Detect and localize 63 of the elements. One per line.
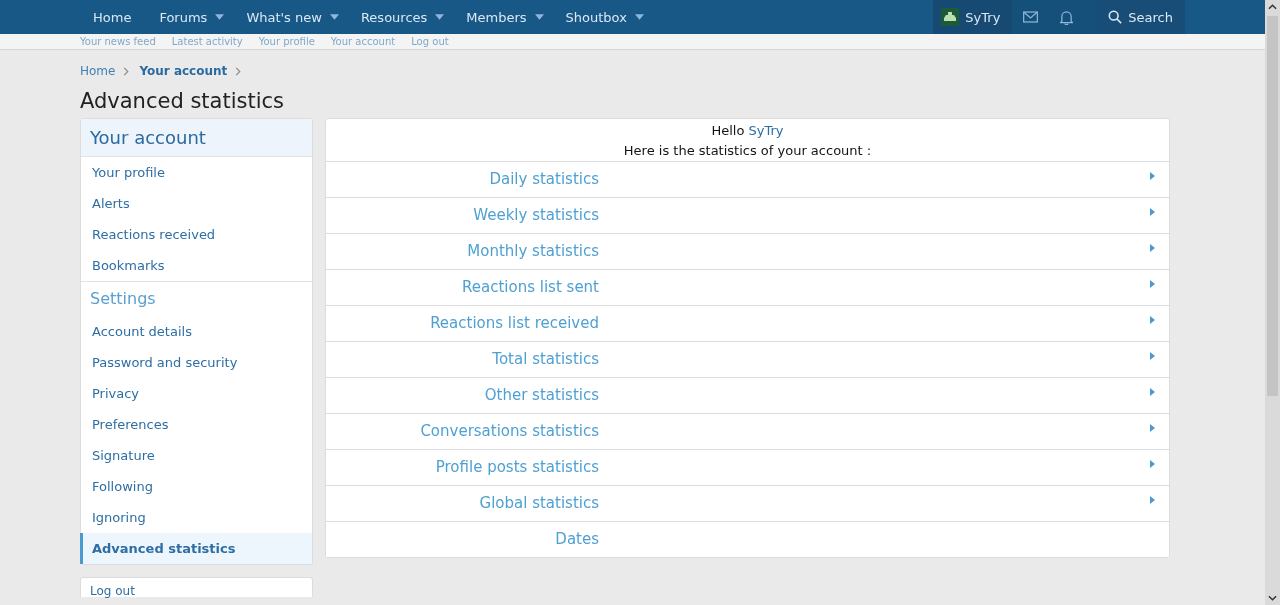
expand-arrow-icon bbox=[1150, 460, 1155, 468]
caret-icon bbox=[634, 14, 644, 20]
sidebar-item[interactable]: Signature bbox=[80, 440, 312, 471]
expand-arrow-icon bbox=[1150, 352, 1155, 360]
page-title: Advanced statistics bbox=[80, 88, 285, 115]
breadcrumb-link[interactable]: Your account bbox=[139, 64, 228, 78]
sidebar-item[interactable]: Account details bbox=[80, 316, 312, 347]
scrollbar[interactable] bbox=[1265, 0, 1280, 605]
statistics-row[interactable]: Reactions list received bbox=[326, 305, 1169, 341]
nav-tab[interactable]: What's new bbox=[238, 0, 347, 34]
expand-arrow-icon bbox=[1150, 496, 1155, 504]
chevron-icon bbox=[123, 66, 130, 76]
sidebar-heading: Settings bbox=[89, 288, 157, 310]
chevron-icon bbox=[235, 66, 242, 76]
sidebar-heading: Your account bbox=[81, 119, 312, 157]
nav-tab[interactable]: Home bbox=[80, 0, 140, 34]
expand-arrow-icon bbox=[1150, 172, 1155, 180]
nav-tab[interactable]: Forums bbox=[151, 0, 233, 34]
user-menu-link[interactable]: SyTry bbox=[933, 0, 1013, 34]
logout-link[interactable]: Log out bbox=[90, 584, 135, 599]
statistics-row[interactable]: Dates bbox=[326, 521, 1169, 557]
caret-icon bbox=[329, 14, 339, 20]
sidebar-item[interactable]: Following bbox=[80, 471, 312, 502]
avatar-icon bbox=[941, 8, 960, 26]
sidebar-item[interactable]: Ignoring bbox=[80, 502, 312, 533]
sidebar-item[interactable]: Reactions received bbox=[80, 219, 312, 250]
caret-icon bbox=[215, 14, 225, 20]
greeting-text: Hello SyTry bbox=[710, 122, 785, 140]
statistics-row[interactable]: Profile posts statistics bbox=[326, 449, 1169, 485]
statistics-row[interactable]: Daily statistics bbox=[326, 161, 1169, 197]
expand-arrow-icon bbox=[1150, 280, 1155, 288]
statistics-row[interactable]: Monthly statistics bbox=[326, 233, 1169, 269]
envelope-icon bbox=[1023, 11, 1039, 23]
scroll-down-icon bbox=[1268, 595, 1277, 601]
sidebar-item[interactable]: Bookmarks bbox=[80, 250, 312, 281]
statistics-row[interactable]: Other statistics bbox=[326, 377, 1169, 413]
statistics-row[interactable]: Reactions list sent bbox=[326, 269, 1169, 305]
sidebar-item[interactable]: Privacy bbox=[80, 378, 312, 409]
sidebar-item[interactable]: Password and security bbox=[80, 347, 312, 378]
search-button[interactable]: Search bbox=[1096, 0, 1185, 34]
caret-icon bbox=[534, 14, 544, 20]
statistics-row[interactable]: Global statistics bbox=[326, 485, 1169, 521]
sidebar-item[interactable]: Your profile bbox=[80, 157, 312, 188]
statistics-row[interactable]: Conversations statistics bbox=[326, 413, 1169, 449]
expand-arrow-icon bbox=[1150, 316, 1155, 324]
caret-icon bbox=[435, 14, 445, 20]
statistics-row[interactable]: Total statistics bbox=[326, 341, 1169, 377]
nav-tab[interactable]: Resources bbox=[352, 0, 453, 34]
expand-arrow-icon bbox=[1150, 244, 1155, 252]
breadcrumb-link[interactable]: Home bbox=[80, 64, 116, 78]
nav-tab[interactable]: Shoutbox bbox=[557, 0, 652, 34]
intro-text: Here is the statistics of your account : bbox=[622, 142, 873, 160]
statistics-row[interactable]: Weekly statistics bbox=[326, 197, 1169, 233]
expand-arrow-icon bbox=[1150, 208, 1155, 216]
sidebar-item[interactable]: Preferences bbox=[80, 409, 312, 440]
bell-icon bbox=[1060, 9, 1074, 25]
expand-arrow-icon bbox=[1150, 388, 1155, 396]
sidebar-item[interactable]: Alerts bbox=[80, 188, 312, 219]
expand-arrow-icon bbox=[1150, 424, 1155, 432]
sidebar-item[interactable]: Advanced statistics bbox=[80, 533, 312, 564]
nav-tab[interactable]: Members bbox=[458, 0, 552, 34]
scroll-up-icon bbox=[1268, 4, 1277, 10]
search-icon bbox=[1108, 10, 1123, 24]
